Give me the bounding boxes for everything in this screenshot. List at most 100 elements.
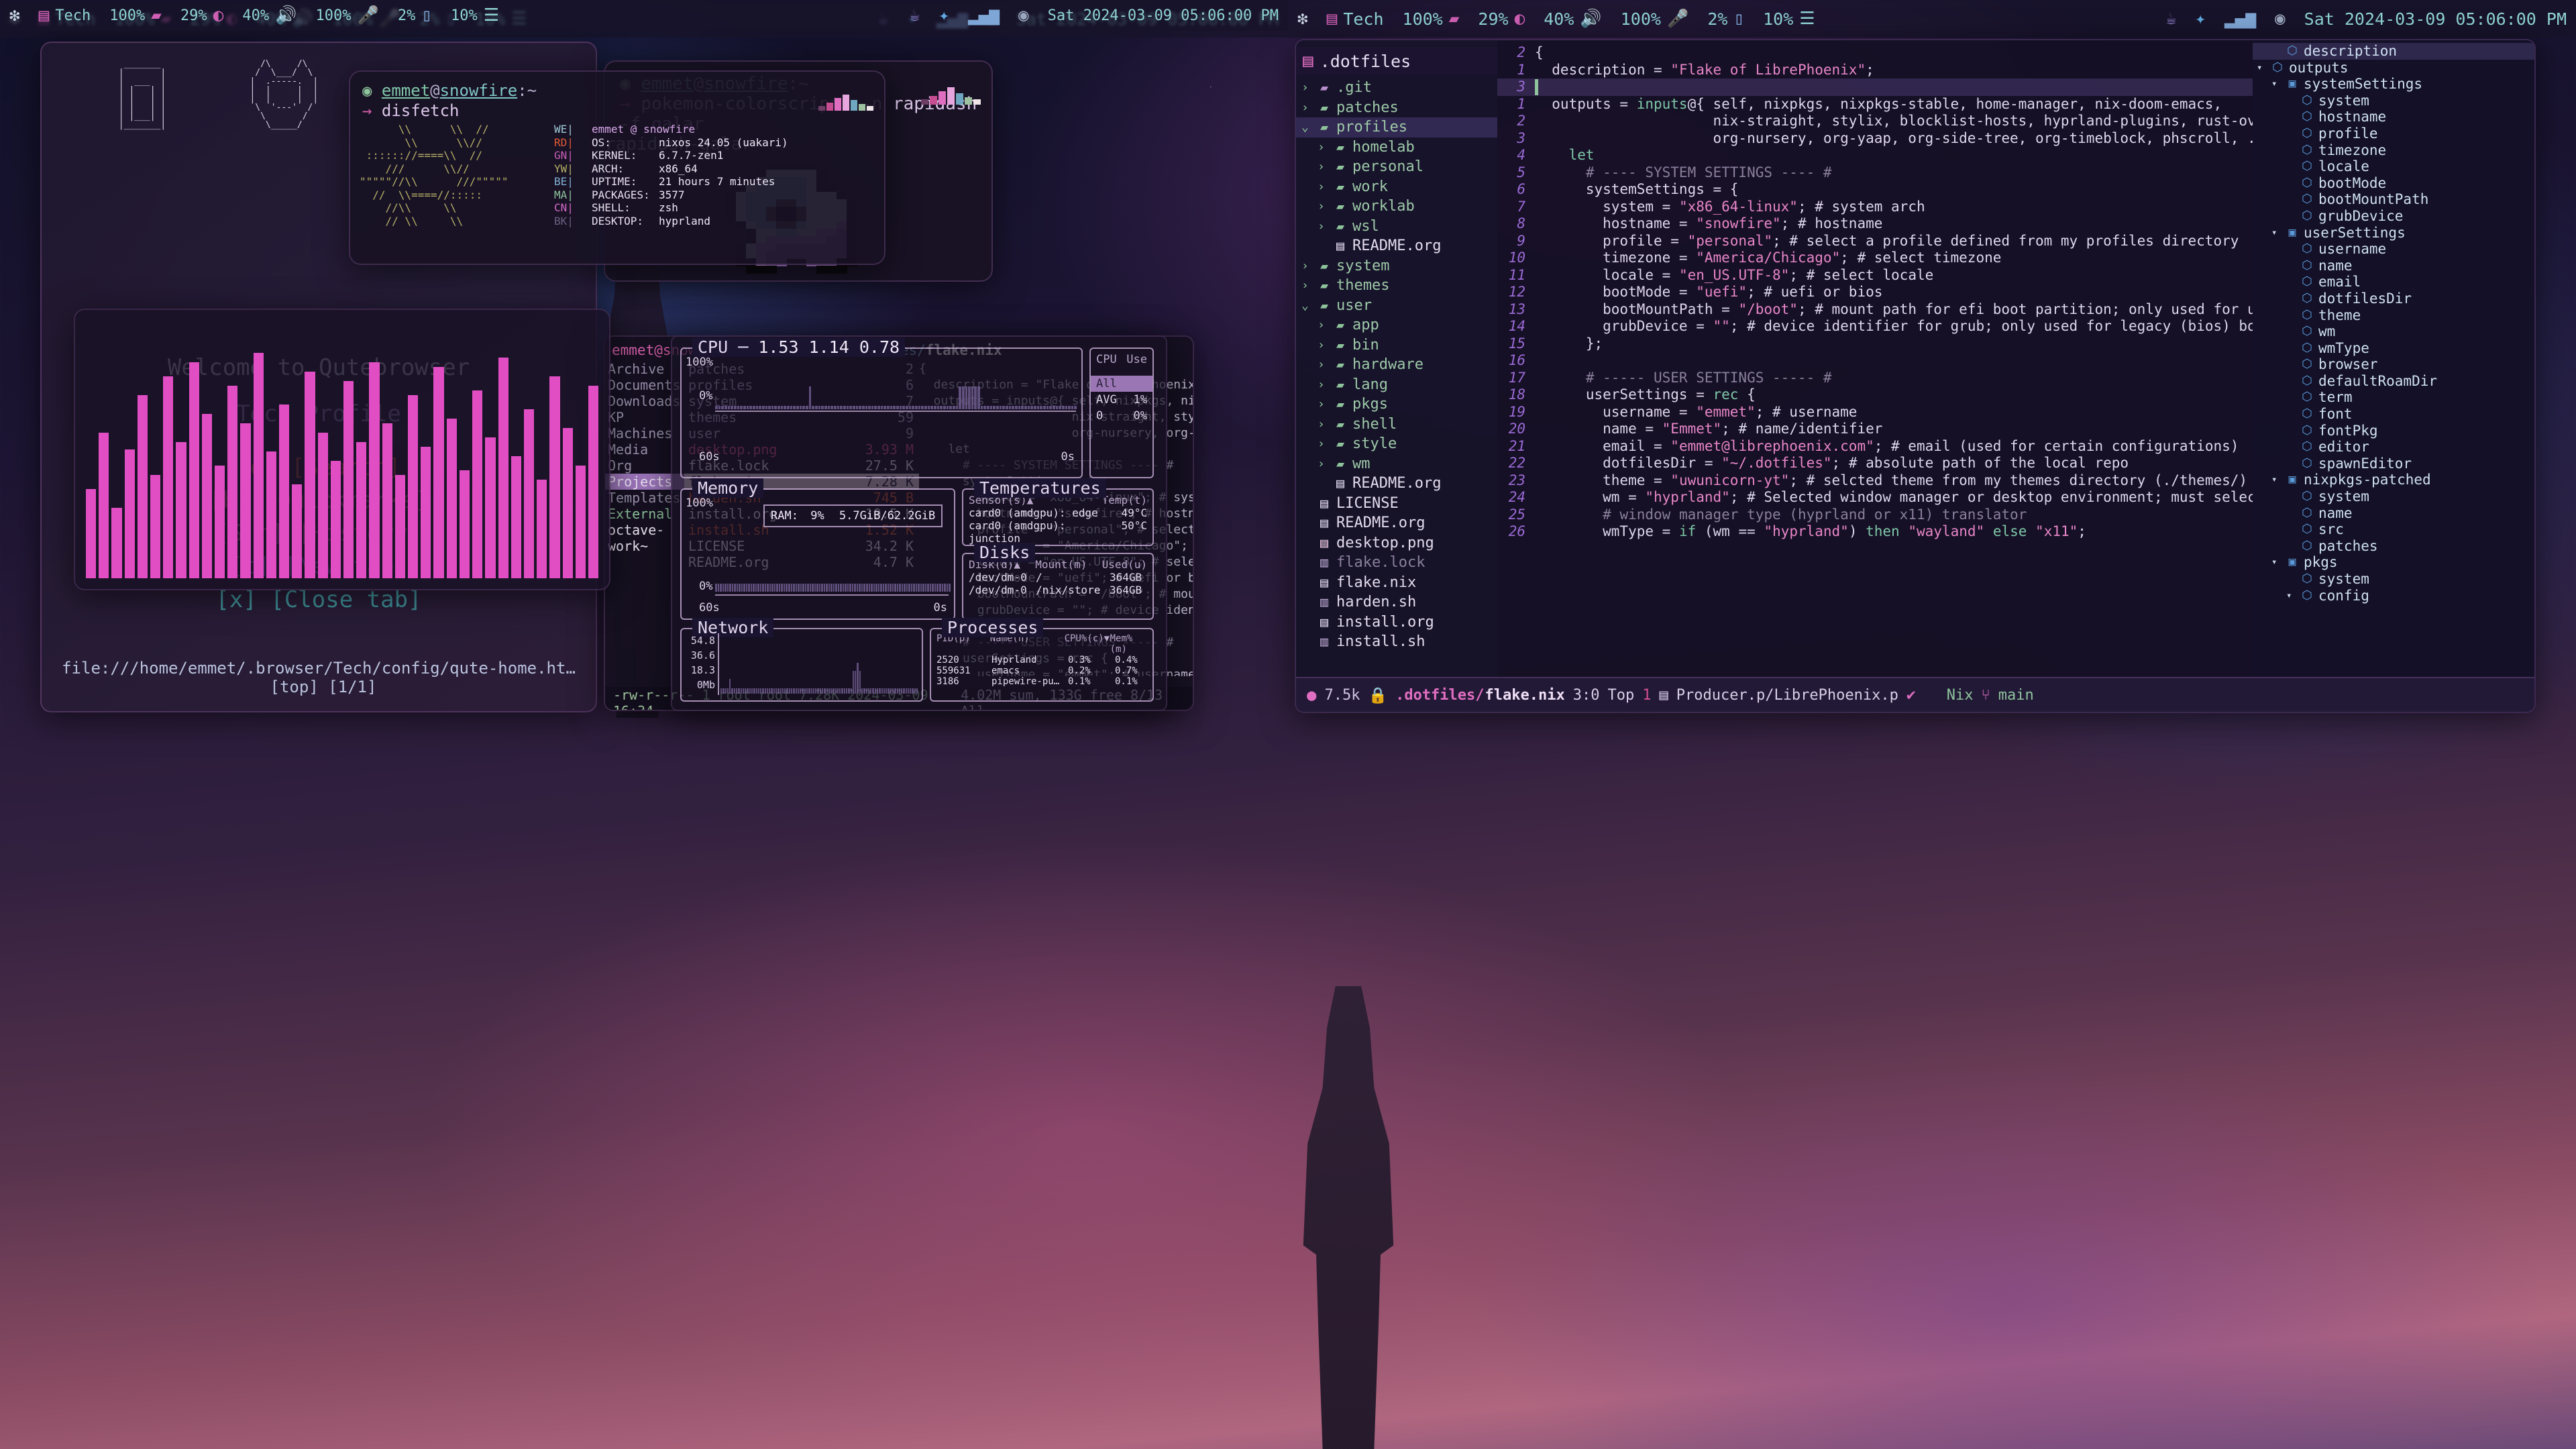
imenu-entry[interactable]: ▾ ⬡ outputs [2253,60,2534,76]
treemacs-node[interactable]: › ▰ bin [1296,335,1497,356]
imenu-entry[interactable]: ▾ ▣ nixpkgs-patched [2253,472,2534,488]
code-line[interactable]: 17 # ----- USER SETTINGS ----- # [1497,370,2253,387]
chevron-icon[interactable]: › [1301,276,1312,296]
treemacs-node[interactable]: ▤ README.org [1296,513,1497,533]
imenu-entry[interactable]: ⬡ fontPkg [2253,423,2534,439]
btop-disks-box[interactable]: Disks Disk(d)▲ Mount(m) Used(u) /dev/dm-… [962,543,1154,620]
bottom-disc[interactable]: ◉ [1009,7,1038,24]
chevron-icon[interactable]: › [1301,256,1312,276]
code-line[interactable]: 11 locale = "en_US.UTF-8"; # select loca… [1497,267,2253,284]
code-line[interactable]: 12 bootMode = "uefi"; # uefi or bios [1497,284,2253,301]
chevron-icon[interactable]: › [1318,454,1328,474]
status-bar-right-monitor[interactable]: ❇ ▤ Tech 100% ▰ 29% ◐ 40% 🔊 100% 🎤 2% ▯ 10% ☰ ☕… [1288,0,2576,38]
chevron-icon[interactable]: › [1318,177,1328,197]
treemacs-node[interactable]: › ▰ hardware [1296,355,1497,375]
code-line[interactable]: 18 userSettings = rec { [1497,386,2253,404]
btop-process-row[interactable]: 3186 pipewire-pu… 0.1% 0.1% [936,676,1148,687]
imenu-entry[interactable]: ⬡ grubDevice [2253,208,2534,225]
imenu-entry[interactable]: ▾ ⬡ config [2253,588,2534,604]
imenu-entry[interactable]: ⬡ spawnEditor [2253,455,2534,472]
chevron-down-icon[interactable]: ▾ [2271,225,2281,241]
chevron-icon[interactable]: › [1318,197,1328,217]
treemacs-node[interactable]: › ▰ worklab [1296,197,1497,217]
code-line[interactable]: 1 outputs = inputs@{ self, nixpkgs, nixp… [1497,96,2253,113]
statusbar2-nixos-logo[interactable]: ❇ [1288,10,1318,28]
btop-temperatures-box[interactable]: Temperatures Sensor(s)▲ Temp(t) card0 (a… [962,478,1154,546]
treemacs-node[interactable]: › ▰ patches [1296,98,1497,118]
chevron-icon[interactable]: › [1301,78,1312,98]
imenu-entry[interactable]: ⬡ email [2253,274,2534,290]
chevron-icon[interactable]: › [1318,375,1328,395]
code-line[interactable]: 23 theme = "uwunicorn-yt"; # selcted the… [1497,472,2253,490]
code-line[interactable]: 22 dotfilesDir = "~/.dotfiles"; # absolu… [1497,455,2253,472]
bottom-coffee[interactable]: ☕ [900,7,930,24]
chevron-icon[interactable]: › [1318,315,1328,335]
emacs-window[interactable]: ▤ .dotfiles › ▰ .git › ▰ patches ⌄ ▰ profiles › ▰ h… [1295,39,2536,713]
code-line[interactable]: 21 email = "emmet@librephoenix.com"; # e… [1497,438,2253,455]
statusbar2-cpu[interactable]: 10% ☰ [1754,9,1824,29]
bottom-brightness[interactable]: 29% ◐ [171,7,233,24]
chevron-icon[interactable]: › [1318,434,1328,454]
imenu-entry[interactable]: ⬡ theme [2253,307,2534,324]
treemacs-node[interactable]: ⌄ ▰ user [1296,296,1497,316]
treemacs-node[interactable]: › ▰ personal [1296,157,1497,177]
code-line[interactable]: 2{ [1497,44,2253,62]
chevron-down-icon[interactable]: ▾ [2271,76,2281,93]
imenu-entry[interactable]: ⬡ profile [2253,125,2534,142]
treemacs-node[interactable]: ▤ install.org [1296,612,1497,633]
code-line[interactable]: 14 grubDevice = ""; # device identifier … [1497,318,2253,335]
imenu-entry[interactable]: ⬡ bootMode [2253,175,2534,192]
statusbar2-battery[interactable]: 100% ▰ [1393,9,1469,29]
imenu-entry[interactable]: ⬡ username [2253,241,2534,258]
bottom-bluetooth[interactable]: ✦ [929,7,959,24]
treemacs-node[interactable]: › ▰ themes [1296,276,1497,296]
imenu-entry[interactable]: ⬡ term [2253,389,2534,406]
chevron-down-icon[interactable]: ▾ [2286,588,2296,604]
treemacs-node[interactable]: › ▰ work [1296,177,1497,197]
btop-window[interactable]: CPU ─ 1.53 1.14 0.78 100% 0% 60s 0s CPU … [671,335,1167,711]
treemacs-node[interactable]: ⌄ ▰ profiles [1296,117,1497,138]
treemacs-project-header[interactable]: ▤ .dotfiles [1296,47,1497,75]
bottom-volume[interactable]: 40% 🔊 [233,7,306,24]
code-line[interactable]: 20 name = "Emmet"; # name/identifier [1497,421,2253,438]
imenu-entry[interactable]: ⬡ name [2253,258,2534,274]
chevron-icon[interactable]: › [1318,415,1328,435]
treemacs-node[interactable]: › ▰ pkgs [1296,394,1497,415]
imenu-entry[interactable]: ▾ ▣ systemSettings [2253,76,2534,93]
treemacs-node[interactable]: › ▰ system [1296,256,1497,276]
treemacs-node[interactable]: › ▰ lang [1296,375,1497,395]
btop-process-row[interactable]: 559631 emacs 0.2% 0.7% [936,665,1148,676]
imenu-entry[interactable]: ▾ ▣ userSettings [2253,225,2534,241]
btop-cpu-row[interactable]: All [1091,376,1152,392]
code-line[interactable]: 7 system = "x86_64-linux"; # system arch [1497,199,2253,216]
bottom-monitor-status-bar[interactable]: ❇ ▤ Tech 100% ▰ 29% ◐ 40% 🔊 100% 🎤 2% ▯ 10% ☰ ☕… [0,0,1288,31]
bottom-nixos-logo[interactable]: ❇ [0,7,30,24]
chevron-icon[interactable]: › [1318,217,1328,237]
bottom-memory[interactable]: 2% ▯ [388,7,441,24]
imenu-entry[interactable]: ⬡ description [2253,43,2534,60]
imenu-entry[interactable]: ⬡ defaultRoamDir [2253,373,2534,390]
imenu-entry[interactable]: ⬡ browser [2253,356,2534,373]
code-line[interactable]: 24 wm = "hyprland"; # Selected window ma… [1497,489,2253,506]
imenu-entry[interactable]: ⬡ hostname [2253,109,2534,125]
code-line[interactable]: 10 timezone = "America/Chicago"; # selec… [1497,250,2253,267]
code-line[interactable]: 25 # window manager type (hyprland or x1… [1497,506,2253,524]
chevron-icon[interactable]: › [1301,98,1312,118]
statusbar2-coffee[interactable]: ☕ [2157,10,2186,28]
treemacs-node[interactable]: ▥ harden.sh [1296,592,1497,612]
code-line[interactable]: 8 hostname = "snowfire"; # hostname [1497,215,2253,233]
statusbar2-disc[interactable]: ◉ [2265,10,2295,28]
chevron-icon[interactable]: › [1318,355,1328,375]
treemacs-node[interactable]: ▤ desktop.png [1296,533,1497,553]
btop-cpu-box[interactable]: CPU ─ 1.53 1.14 0.78 100% 0% 60s 0s [680,337,1083,478]
btop-network-box[interactable]: Network 54.8 36.6 18.3 0Mb [680,618,923,702]
chevron-icon[interactable]: › [1318,138,1328,158]
chevron-icon[interactable]: ⌄ [1301,296,1312,316]
emacs-code-buffer[interactable]: 2{1 description = "Flake of LibrePhoenix… [1497,40,2253,677]
btop-process-row[interactable]: 2520 Hyprland 0.3% 0.4% [936,655,1148,665]
imenu-entry[interactable]: ⬡ src [2253,521,2534,538]
code-line[interactable]: 4 let [1497,147,2253,164]
bottom-cpu[interactable]: 10% ☰ [441,7,508,24]
code-line[interactable]: 13 bootMountPath = "/boot"; # mount path… [1497,301,2253,319]
code-line[interactable]: 1 description = "Flake of LibrePhoenix"; [1497,62,2253,79]
